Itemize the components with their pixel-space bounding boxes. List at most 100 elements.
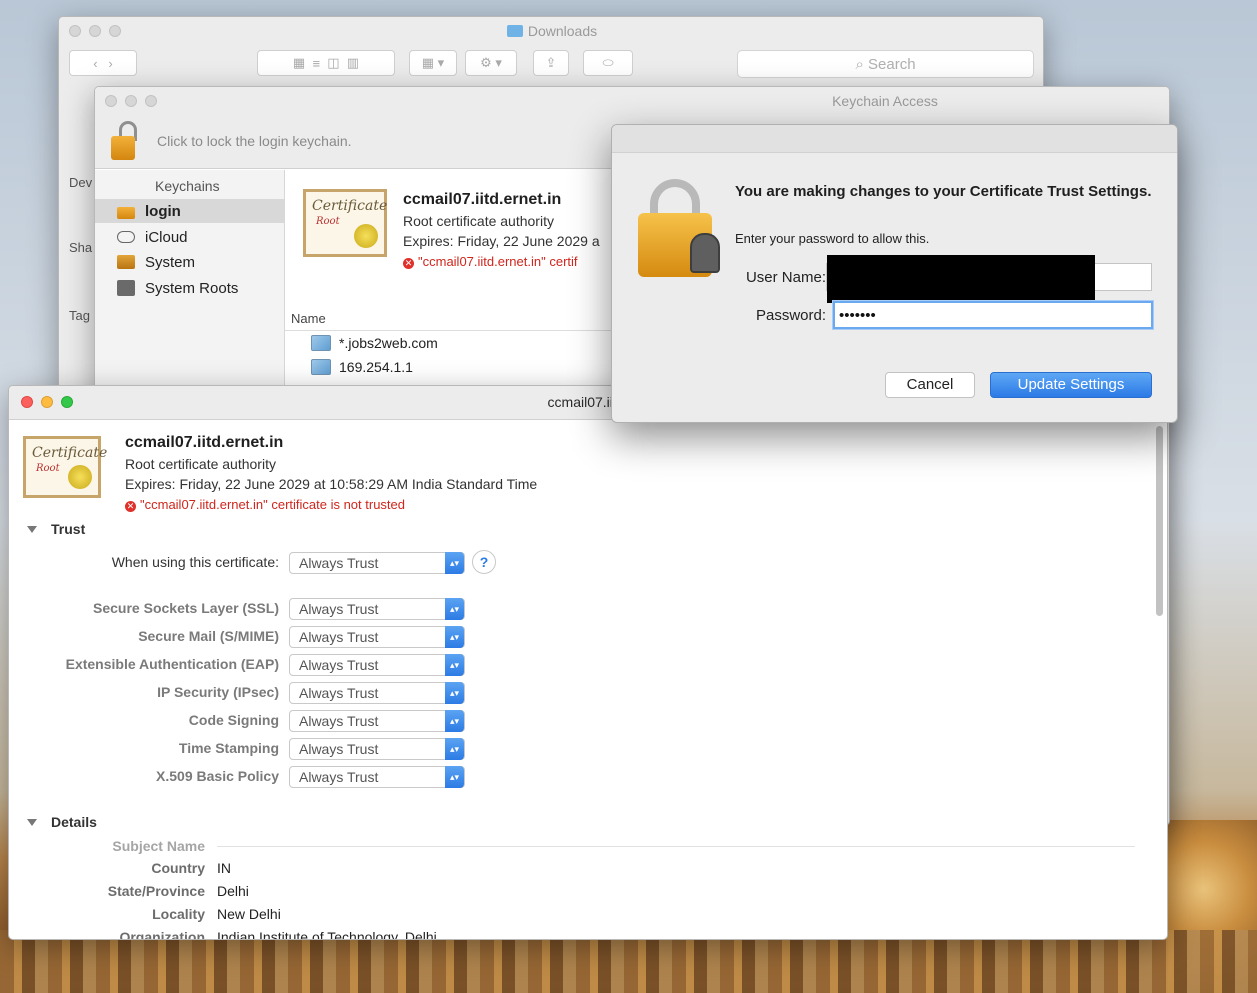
group-button[interactable]: ▦ ▾ (409, 50, 457, 76)
action-button[interactable]: ⚙ ▾ (465, 50, 517, 76)
certificate-icon: Certificate Root (23, 436, 107, 498)
dialog-headline: You are making changes to your Certifica… (735, 183, 1152, 200)
update-settings-button[interactable]: Update Settings (990, 372, 1152, 398)
cancel-button[interactable]: Cancel (885, 372, 975, 398)
detail-value: Delhi (217, 883, 249, 899)
list-item[interactable]: *.jobs2web.com (311, 335, 438, 351)
cert-expires: Expires: Friday, 22 June 2029 at 10:58:2… (125, 476, 538, 492)
sidebar-item-login[interactable]: login (95, 199, 285, 223)
error-icon: ✕ (403, 258, 414, 269)
subject-name-heading: Subject Name (112, 838, 205, 854)
gear-icon[interactable]: ⚙ ▾ (480, 55, 502, 71)
chevron-left-icon[interactable]: ‹ (93, 56, 97, 71)
list-view-icon[interactable]: ≡ (312, 56, 320, 71)
cert-name: ccmail07.iitd.ernet.in (403, 191, 562, 208)
subject-divider (217, 846, 1135, 847)
sidebar-item-system-roots[interactable]: System Roots (95, 276, 285, 300)
trust-section-toggle[interactable]: Trust (27, 521, 85, 537)
policy-label: Extensible Authentication (EAP) (65, 656, 279, 672)
sidebar-item-system[interactable]: System (95, 250, 285, 274)
lock-hint: Click to lock the login keychain. (157, 133, 352, 149)
policy-label: IP Security (IPsec) (157, 684, 279, 700)
gallery-view-icon[interactable]: ▥ (347, 55, 359, 71)
sidebar-header: Keychains (155, 178, 220, 194)
tag-icon[interactable]: ⬭ (602, 55, 613, 71)
policy-label: Secure Sockets Layer (SSL) (93, 600, 279, 616)
policy-label: Code Signing (188, 712, 279, 728)
grid-view-icon[interactable]: ▦ (293, 55, 305, 71)
updown-arrow-icon: ▴▾ (445, 598, 464, 620)
cert-error: ✕ "ccmail07.iitd.ernet.in" certificate is… (125, 497, 406, 512)
policy-popup[interactable]: Always Trust ▴▾ (289, 710, 465, 732)
detail-label: Organization (119, 929, 205, 940)
column-view-icon[interactable]: ◫ (327, 55, 339, 71)
view-mode-buttons[interactable]: ▦ ≡ ◫ ▥ (257, 50, 395, 76)
dialog-titlebar (612, 125, 1177, 153)
cert-error: ✕ "ccmail07.iitd.ernet.in" certif (403, 254, 578, 269)
dialog-subtext: Enter your password to allow this. (735, 231, 930, 246)
keychain-traffic-lights[interactable] (105, 95, 157, 107)
policy-popup[interactable]: Always Trust ▴▾ (289, 682, 465, 704)
share-button[interactable]: ⇪ (533, 50, 569, 76)
system-lock-icon (117, 255, 135, 269)
updown-arrow-icon: ▴▾ (445, 682, 464, 704)
finder-search-field[interactable]: ⌕ Search (737, 50, 1034, 78)
password-field[interactable]: ••••••• (833, 301, 1153, 329)
detail-value: Indian Institute of Technology, Delhi (217, 929, 437, 940)
finder-sidebar-dev: Dev (69, 175, 93, 190)
help-button[interactable]: ? (472, 550, 496, 574)
policy-label: Time Stamping (178, 740, 279, 756)
keys-icon (690, 233, 720, 273)
updown-arrow-icon: ▴▾ (445, 626, 464, 648)
sidebar-item-icloud[interactable]: iCloud (95, 225, 285, 249)
when-using-label: When using this certificate: (111, 554, 279, 570)
policy-popup[interactable]: Always Trust ▴▾ (289, 766, 465, 788)
disclosure-triangle-icon[interactable] (27, 526, 37, 533)
when-using-popup[interactable]: Always Trust ▴▾ (289, 552, 465, 574)
detail-value: IN (217, 860, 231, 876)
group-icon[interactable]: ▦ ▾ (422, 55, 444, 71)
certificate-icon: Certificate Root (303, 189, 387, 257)
cert-kind: Root certificate authority (403, 213, 554, 229)
certificate-icon (311, 335, 331, 351)
policy-popup[interactable]: Always Trust ▴▾ (289, 626, 465, 648)
detail-label: Country (151, 860, 205, 876)
lock-icon (117, 207, 135, 219)
cert-kind: Root certificate authority (125, 456, 276, 472)
cert-expires: Expires: Friday, 22 June 2029 a (403, 233, 600, 249)
minimize-button[interactable] (125, 95, 137, 107)
policy-label: X.509 Basic Policy (156, 768, 279, 784)
finder-sidebar-shared: Sha (69, 240, 93, 255)
unlock-icon[interactable] (111, 121, 139, 161)
cert-name: ccmail07.iitd.ernet.in (125, 434, 284, 451)
username-label: User Name: (745, 269, 826, 286)
folder-icon (506, 25, 523, 37)
detail-value: New Delhi (217, 906, 281, 922)
certificate-window[interactable]: ccmail07.iitd. Certificate Root ccmail07.… (8, 385, 1168, 940)
policy-popup[interactable]: Always Trust ▴▾ (289, 738, 465, 760)
close-button[interactable] (105, 95, 117, 107)
updown-arrow-icon: ▴▾ (445, 552, 464, 574)
updown-arrow-icon: ▴▾ (445, 654, 464, 676)
list-item[interactable]: 169.254.1.1 (311, 359, 413, 375)
cloud-icon (117, 231, 135, 243)
certificate-icon (311, 359, 331, 375)
name-column-header[interactable]: Name (291, 311, 326, 326)
share-icon[interactable]: ⇪ (546, 55, 557, 71)
detail-label: Locality (152, 906, 205, 922)
scrollbar[interactable] (1156, 426, 1163, 616)
details-section-toggle[interactable]: Details (27, 814, 97, 830)
redaction-box (827, 255, 1095, 303)
policy-popup[interactable]: Always Trust ▴▾ (289, 598, 465, 620)
keychain-title: Keychain Access (832, 93, 938, 109)
authentication-dialog[interactable]: You are making changes to your Certifica… (611, 124, 1178, 423)
policy-label: Secure Mail (S/MIME) (138, 628, 279, 644)
disclosure-triangle-icon[interactable] (27, 819, 37, 826)
tags-button[interactable]: ⬭ (583, 50, 633, 76)
policy-popup[interactable]: Always Trust ▴▾ (289, 654, 465, 676)
chevron-right-icon[interactable]: › (108, 56, 112, 71)
back-forward-buttons[interactable]: ‹ › (69, 50, 137, 76)
detail-label: State/Province (107, 883, 205, 899)
zoom-button[interactable] (145, 95, 157, 107)
error-icon: ✕ (125, 501, 136, 512)
